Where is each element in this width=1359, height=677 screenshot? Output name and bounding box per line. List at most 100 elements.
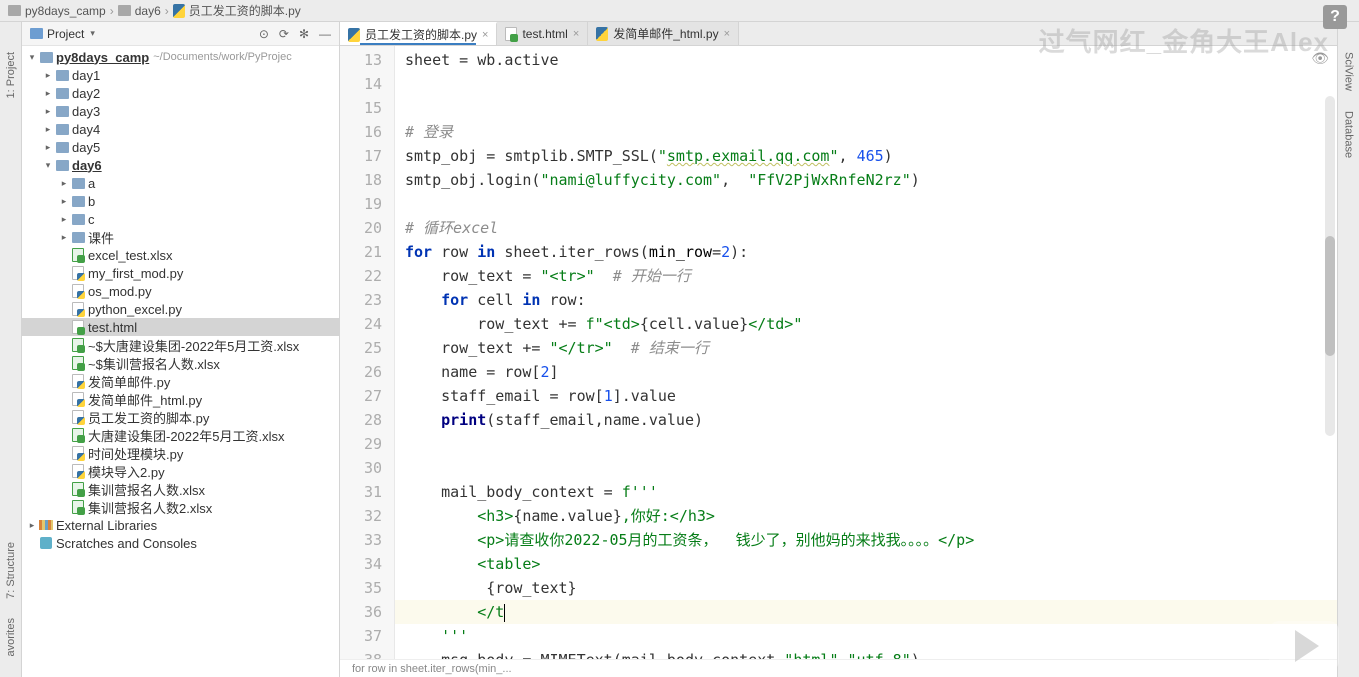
tab-close-icon[interactable]: × xyxy=(573,28,579,40)
tree-arrow-icon[interactable]: ▸ xyxy=(42,88,54,99)
settings-icon[interactable]: ✻ xyxy=(299,27,309,41)
tree-folder-day1[interactable]: ▸day1 xyxy=(22,66,339,84)
editor-tab[interactable]: test.html × xyxy=(497,22,588,45)
right-tool-strip: SciView Database xyxy=(1337,22,1359,677)
tab-close-icon[interactable]: × xyxy=(482,29,488,41)
code-line[interactable] xyxy=(405,96,1359,120)
code-editor[interactable]: 1314151617181920212223242526272829303132… xyxy=(340,46,1359,659)
tree-arrow-icon[interactable]: ▸ xyxy=(26,520,38,531)
code-line[interactable] xyxy=(405,72,1359,96)
tree-folder-day2[interactable]: ▸day2 xyxy=(22,84,339,102)
tree-folder-b[interactable]: ▸b xyxy=(22,192,339,210)
code-line[interactable]: # 登录 xyxy=(405,120,1359,144)
help-icon[interactable]: ? xyxy=(1323,5,1347,29)
tree-arrow-icon[interactable]: ▸ xyxy=(42,124,54,135)
tree-file[interactable]: ▸test.html xyxy=(22,318,339,336)
tree-file[interactable]: ▸my_first_mod.py xyxy=(22,264,339,282)
code-line[interactable]: for cell in row: xyxy=(405,288,1359,312)
tree-folder-c[interactable]: ▸c xyxy=(22,210,339,228)
tool-structure[interactable]: 7: Structure xyxy=(5,542,17,599)
code-line[interactable]: <table> xyxy=(405,552,1359,576)
tree-folder-a[interactable]: ▸a xyxy=(22,174,339,192)
tree-scratches[interactable]: ▸Scratches and Consoles xyxy=(22,534,339,552)
tool-project[interactable]: 1: Project xyxy=(5,52,17,98)
code-line[interactable] xyxy=(405,192,1359,216)
code-line[interactable]: smtp_obj.login("nami@luffycity.com", "Ff… xyxy=(405,168,1359,192)
line-number: 23 xyxy=(340,288,382,312)
code-line[interactable]: sheet = wb.active xyxy=(405,48,1359,72)
code-line[interactable]: name = row[2] xyxy=(405,360,1359,384)
video-play-overlay[interactable] xyxy=(1269,621,1339,671)
tree-label: b xyxy=(88,194,95,209)
code-line[interactable]: <p>请查收你2022-05月的工资条， 钱少了，别他妈的来找我。。。。</p> xyxy=(405,528,1359,552)
refresh-icon[interactable]: ⟳ xyxy=(279,27,289,41)
code-line[interactable] xyxy=(405,456,1359,480)
breadcrumb-root[interactable]: py8days_camp xyxy=(8,4,106,18)
editor-scrollbar[interactable] xyxy=(1325,96,1335,436)
locate-icon[interactable]: ⊙ xyxy=(259,27,269,41)
code-line[interactable]: </t xyxy=(395,600,1359,624)
tree-file[interactable]: ▸发简单邮件.py xyxy=(22,372,339,390)
tree-arrow-icon[interactable]: ▾ xyxy=(26,52,38,63)
tool-favorites[interactable]: avorites xyxy=(5,618,17,657)
code-line[interactable]: print(staff_email,name.value) xyxy=(405,408,1359,432)
tree-arrow-icon[interactable]: ▸ xyxy=(58,196,70,207)
code-line[interactable]: staff_email = row[1].value xyxy=(405,384,1359,408)
project-panel-title[interactable]: Project ▾ xyxy=(30,27,259,41)
tree-file[interactable]: ▸~$集训营报名人数.xlsx xyxy=(22,354,339,372)
tree-arrow-icon[interactable]: ▸ xyxy=(58,178,70,189)
tree-folder-课件[interactable]: ▸课件 xyxy=(22,228,339,246)
tree-file[interactable]: ▸发简单邮件_html.py xyxy=(22,390,339,408)
tree-file[interactable]: ▸python_excel.py xyxy=(22,300,339,318)
tab-label: test.html xyxy=(522,27,567,41)
tree-file[interactable]: ▸大唐建设集团-2022年5月工资.xlsx xyxy=(22,426,339,444)
left-tool-strip: 1: Project 7: Structure avorites xyxy=(0,22,22,677)
code-line[interactable]: mail_body_context = f''' xyxy=(405,480,1359,504)
editor-tab[interactable]: 员工发工资的脚本.py× xyxy=(340,22,497,45)
code-line[interactable] xyxy=(405,432,1359,456)
tree-arrow-icon[interactable]: ▸ xyxy=(42,106,54,117)
editor-breadcrumb-status[interactable]: for row in sheet.iter_rows(min_... xyxy=(340,659,1359,677)
tree-file[interactable]: ▸~$大唐建设集团-2022年5月工资.xlsx xyxy=(22,336,339,354)
editor-tab[interactable]: 发简单邮件_html.py× xyxy=(588,22,739,45)
tree-arrow-icon[interactable]: ▸ xyxy=(58,232,70,243)
code-line[interactable]: row_text = "<tr>" # 开始一行 xyxy=(405,264,1359,288)
tab-close-icon[interactable]: × xyxy=(724,28,730,40)
tree-folder-day6[interactable]: ▾day6 xyxy=(22,156,339,174)
tree-file[interactable]: ▸集训营报名人数2.xlsx xyxy=(22,498,339,516)
breadcrumb-file[interactable]: 员工发工资的脚本.py xyxy=(173,2,301,19)
tool-database[interactable]: Database xyxy=(1343,111,1355,158)
code-line[interactable]: # 循环excel xyxy=(405,216,1359,240)
tree-arrow-icon[interactable]: ▸ xyxy=(42,70,54,81)
tree-file[interactable]: ▸时间处理模块.py xyxy=(22,444,339,462)
code-line[interactable]: row_text += f"<td>{cell.value}</td>" xyxy=(405,312,1359,336)
tree-arrow-icon[interactable]: ▸ xyxy=(42,142,54,153)
tree-folder-day3[interactable]: ▸day3 xyxy=(22,102,339,120)
tree-arrow-icon[interactable]: ▸ xyxy=(58,214,70,225)
code-line[interactable]: msg_body = MIMEText(mail_body_context,"h… xyxy=(405,648,1359,659)
reader-mode-icon[interactable]: 👁 xyxy=(1311,50,1329,67)
code-line[interactable]: {row_text} xyxy=(405,576,1359,600)
tree-external-libraries[interactable]: ▸External Libraries xyxy=(22,516,339,534)
code-line[interactable]: for row in sheet.iter_rows(min_row=2): xyxy=(405,240,1359,264)
breadcrumb-folder[interactable]: day6 xyxy=(118,4,161,18)
tree-label: os_mod.py xyxy=(88,284,152,299)
code-line[interactable]: ''' xyxy=(405,624,1359,648)
tree-file[interactable]: ▸模块导入2.py xyxy=(22,462,339,480)
code-line[interactable]: row_text += "</tr>" # 结束一行 xyxy=(405,336,1359,360)
tree-root[interactable]: ▾py8days_camp~/Documents/work/PyProjec xyxy=(22,48,339,66)
tree-file[interactable]: ▸excel_test.xlsx xyxy=(22,246,339,264)
tree-file[interactable]: ▸集训营报名人数.xlsx xyxy=(22,480,339,498)
tree-folder-day5[interactable]: ▸day5 xyxy=(22,138,339,156)
project-tree[interactable]: ▾py8days_camp~/Documents/work/PyProjec▸d… xyxy=(22,46,339,677)
tool-sciview[interactable]: SciView xyxy=(1343,52,1355,91)
tree-file[interactable]: ▸os_mod.py xyxy=(22,282,339,300)
code-line[interactable]: <h3>{name.value},你好:</h3> xyxy=(405,504,1359,528)
scrollbar-thumb[interactable] xyxy=(1325,236,1335,356)
tree-arrow-icon[interactable]: ▾ xyxy=(42,160,54,171)
tree-folder-day4[interactable]: ▸day4 xyxy=(22,120,339,138)
code-line[interactable]: smtp_obj = smtplib.SMTP_SSL("smtp.exmail… xyxy=(405,144,1359,168)
code-body[interactable]: sheet = wb.active # 登录smtp_obj = smtplib… xyxy=(395,46,1359,659)
tree-file[interactable]: ▸员工发工资的脚本.py xyxy=(22,408,339,426)
collapse-icon[interactable]: — xyxy=(319,27,331,41)
